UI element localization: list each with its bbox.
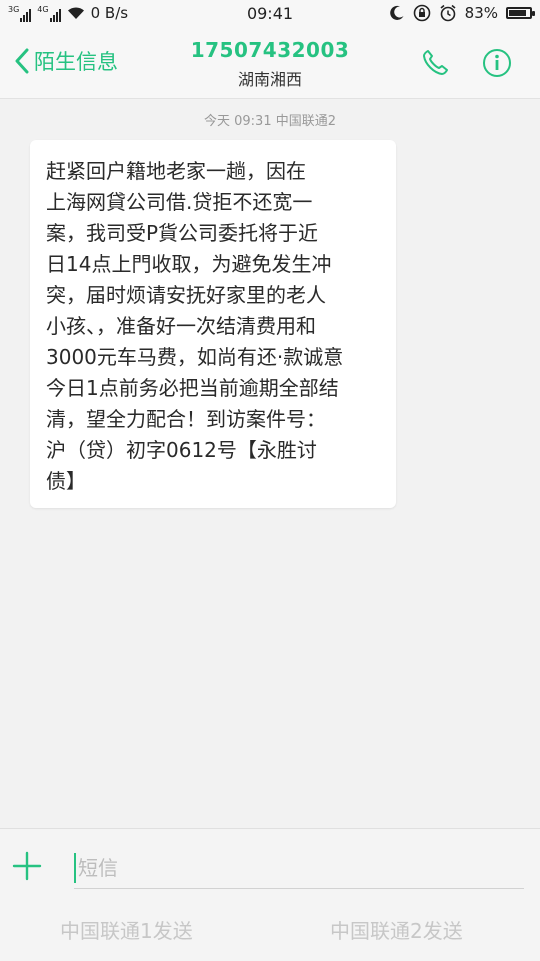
add-attachment-icon[interactable] xyxy=(12,851,42,881)
conversation-header: 陌生信息 17507432003 湖南湘西 xyxy=(0,28,540,99)
message-text: 赶紧回户籍地老家一趟，因在 上海网貸公司借.贷拒不还宽一 案，我司受P貨公司委托… xyxy=(46,159,344,493)
info-icon[interactable] xyxy=(482,48,512,78)
back-label: 陌生信息 xyxy=(34,50,118,74)
status-bar: 3G 4G 0 B/s 09:41 83% xyxy=(0,0,540,28)
battery-icon xyxy=(506,7,535,19)
send-sim2-button[interactable]: 中国联通2发送 xyxy=(330,915,463,944)
text-cursor xyxy=(74,853,76,883)
lock-rotation-icon xyxy=(413,4,430,22)
status-right: 83% xyxy=(389,4,535,22)
alarm-icon xyxy=(440,4,456,22)
composer: 中国联通1发送 中国联通2发送 xyxy=(0,828,540,961)
battery-fill xyxy=(509,10,526,16)
phone-icon[interactable] xyxy=(420,48,450,78)
send-sim1-button[interactable]: 中国联通1发送 xyxy=(60,915,193,944)
moon-icon xyxy=(389,5,404,20)
message-bubble[interactable]: 赶紧回户籍地老家一趟，因在 上海网貸公司借.贷拒不还宽一 案，我司受P貨公司委托… xyxy=(30,140,396,508)
contact-info: 17507432003 湖南湘西 xyxy=(170,38,370,90)
message-input[interactable] xyxy=(74,847,524,889)
chevron-left-icon xyxy=(15,48,29,74)
battery-percent: 83% xyxy=(464,4,498,22)
contact-region: 湖南湘西 xyxy=(237,70,302,89)
message-timestamp: 今天 09:31 中国联通2 xyxy=(204,114,336,129)
back-button[interactable]: 陌生信息 xyxy=(14,46,118,76)
contact-number: 17507432003 xyxy=(190,38,350,62)
